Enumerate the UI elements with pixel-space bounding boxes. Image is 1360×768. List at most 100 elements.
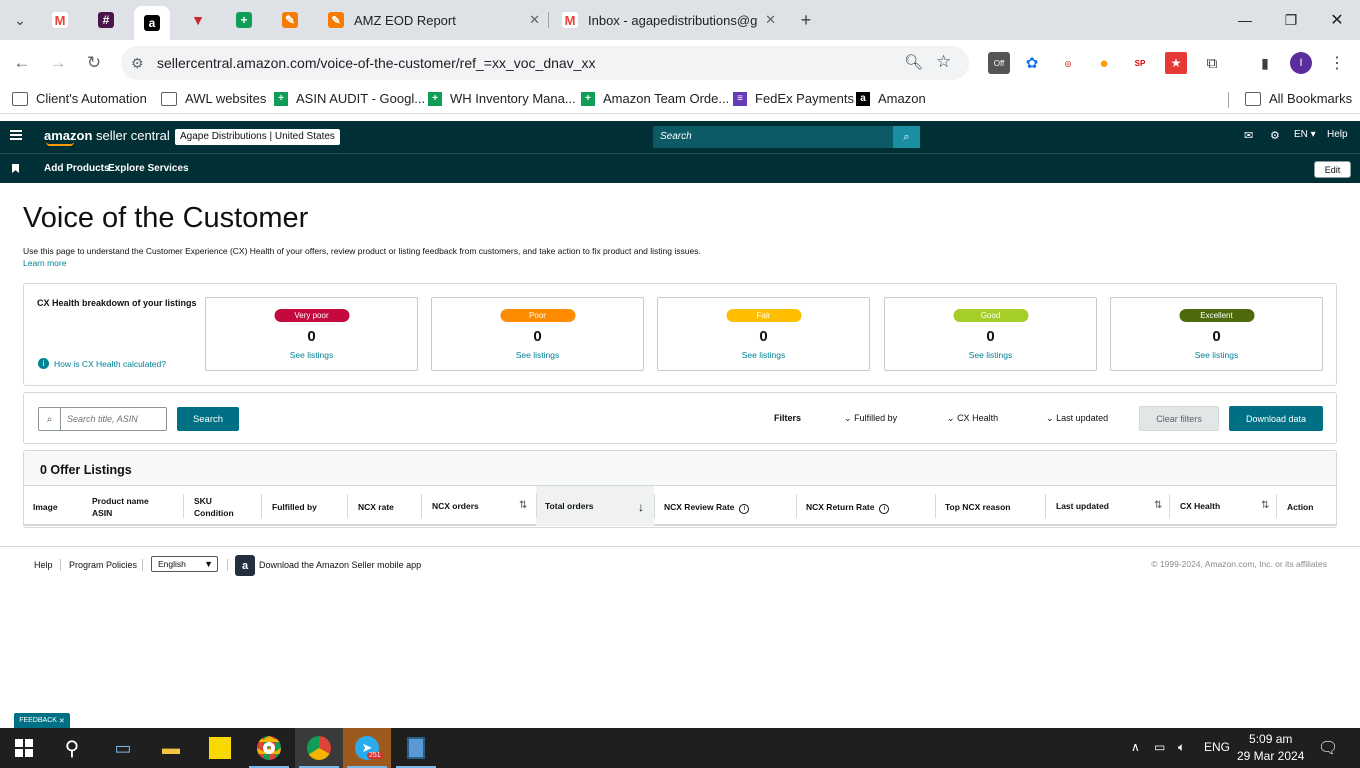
- reload-icon[interactable]: ↻: [82, 51, 106, 75]
- chrome-icon[interactable]: [245, 728, 293, 768]
- bookmark-link[interactable]: + WH Inventory Mana...: [428, 91, 576, 106]
- col-ncx-orders[interactable]: NCX orders: [432, 500, 479, 512]
- extension-icon[interactable]: ◎: [1057, 52, 1079, 74]
- url-text[interactable]: sellercentral.amazon.com/voice-of-the-cu…: [157, 55, 595, 71]
- chevron-up-icon[interactable]: ∧: [1131, 740, 1140, 754]
- search-button[interactable]: Search: [177, 407, 239, 431]
- language-selector[interactable]: EN ▾: [1294, 129, 1316, 140]
- sp-alert-icon[interactable]: SP: [1129, 52, 1151, 74]
- network-icon[interactable]: ▭: [1154, 740, 1165, 754]
- see-listings-link[interactable]: See listings: [658, 350, 869, 360]
- zoom-icon[interactable]: 🔍︎: [904, 53, 923, 71]
- windows-start-icon[interactable]: [0, 728, 48, 768]
- edit-button[interactable]: Edit: [1314, 161, 1351, 178]
- footer-language-select[interactable]: English ▼: [151, 556, 218, 572]
- col-cx-health[interactable]: CX Health: [1180, 500, 1220, 512]
- sticky-notes-icon[interactable]: [196, 728, 244, 768]
- pinned-tab-sheets[interactable]: +: [226, 6, 262, 34]
- footer-help-link[interactable]: Help: [34, 560, 53, 570]
- gear-icon[interactable]: ⚙: [1270, 129, 1280, 142]
- close-icon[interactable]: ✕: [59, 717, 65, 725]
- tab-search-icon[interactable]: ⌄: [8, 8, 32, 32]
- notifications-icon[interactable]: 🗨︎: [1318, 738, 1338, 758]
- minimize-icon[interactable]: —: [1222, 8, 1268, 32]
- profile-avatar[interactable]: I: [1290, 52, 1312, 74]
- clock[interactable]: 5:09 am 29 Mar 2024: [1237, 731, 1304, 765]
- col-last-updated[interactable]: Last updated: [1056, 500, 1109, 512]
- site-info-icon[interactable]: ⚙: [131, 55, 144, 72]
- close-tab-icon[interactable]: ✕: [529, 12, 540, 28]
- bookmark-link[interactable]: a Amazon: [856, 91, 926, 106]
- filter-last-updated[interactable]: ⌄ Last updated: [1046, 413, 1108, 424]
- address-bar[interactable]: ⚙ sellercentral.amazon.com/voice-of-the-…: [121, 46, 969, 80]
- bookmark-icon[interactable]: [12, 164, 19, 173]
- close-window-icon[interactable]: ✕: [1314, 8, 1360, 32]
- extension-off-icon[interactable]: Off: [988, 52, 1010, 74]
- tab-amz-eod-report[interactable]: ✎ AMZ EOD Report ✕: [318, 6, 548, 34]
- pinned-tab-gmail[interactable]: M: [42, 6, 78, 34]
- pinned-tab-slack[interactable]: #: [88, 6, 124, 34]
- back-icon[interactable]: ←: [10, 51, 34, 75]
- browser-menu-icon[interactable]: ⋮: [1326, 52, 1348, 74]
- nav-explore-services[interactable]: Explore Services: [108, 163, 189, 174]
- file-explorer-icon[interactable]: ▬: [147, 728, 195, 768]
- calculator-icon[interactable]: [392, 728, 440, 768]
- listing-search-field[interactable]: ⌕ Search title, ASIN: [38, 407, 167, 431]
- restore-icon[interactable]: ❐: [1268, 8, 1314, 32]
- see-listings-link[interactable]: See listings: [432, 350, 643, 360]
- see-listings-link[interactable]: See listings: [1111, 350, 1322, 360]
- extension-star-icon[interactable]: ★: [1165, 52, 1187, 74]
- volume-icon[interactable]: 🔈︎: [1178, 740, 1185, 755]
- footer-program-policies-link[interactable]: Program Policies: [69, 560, 137, 570]
- this-pc-icon[interactable]: ▭: [99, 728, 147, 768]
- filter-fulfilled-by[interactable]: ⌄ Fulfilled by: [844, 413, 897, 424]
- sort-icon[interactable]: ⇅: [1154, 500, 1162, 511]
- download-data-button[interactable]: Download data: [1229, 406, 1323, 431]
- how-cx-health-link[interactable]: i How is CX Health calculated?: [38, 358, 166, 369]
- see-listings-link[interactable]: See listings: [885, 350, 1096, 360]
- bookmark-folder[interactable]: Client's Automation: [12, 91, 147, 106]
- sort-icon[interactable]: ⇅: [1261, 500, 1269, 511]
- bookmark-star-icon[interactable]: ☆: [936, 52, 951, 72]
- extension-icon[interactable]: ●: [1093, 52, 1115, 74]
- filter-cx-health[interactable]: ⌄ CX Health: [947, 413, 998, 424]
- account-switcher[interactable]: Agape Distributions | United States: [175, 129, 340, 145]
- help-link[interactable]: Help: [1327, 129, 1348, 140]
- feedback-tab[interactable]: FEEDBACK ✕: [14, 713, 70, 728]
- telegram-icon[interactable]: ➤ 251: [343, 728, 391, 768]
- header-search[interactable]: Search ⌕: [653, 126, 920, 148]
- info-icon[interactable]: i: [739, 504, 750, 514]
- chrome-profile-icon[interactable]: [295, 728, 343, 768]
- side-panel-icon[interactable]: ▮: [1254, 52, 1276, 74]
- nav-add-products[interactable]: Add Products: [44, 163, 110, 174]
- language-indicator[interactable]: ENG: [1204, 740, 1230, 754]
- extensions-puzzle-icon[interactable]: ⧉: [1201, 52, 1223, 74]
- info-icon[interactable]: i: [879, 504, 890, 514]
- arrow-down-icon[interactable]: ↓: [638, 500, 644, 514]
- col-total-orders[interactable]: Total orders: [545, 500, 594, 512]
- forward-icon[interactable]: →: [46, 51, 70, 75]
- tab-inbox[interactable]: M Inbox - agapedistributions@gm ✕: [552, 6, 784, 34]
- bookmark-folder[interactable]: AWL websites: [161, 91, 266, 106]
- search-icon[interactable]: ⌕: [893, 126, 920, 148]
- hamburger-menu-icon[interactable]: [10, 130, 22, 140]
- learn-more-link[interactable]: Learn more: [23, 258, 66, 268]
- seller-app-icon[interactable]: a: [235, 555, 255, 576]
- close-tab-icon[interactable]: ✕: [765, 12, 776, 28]
- pinned-tab-clickup[interactable]: ✎: [272, 6, 308, 34]
- bookmark-link[interactable]: + Amazon Team Orde...: [581, 91, 729, 106]
- extension-icon[interactable]: ✿: [1021, 52, 1043, 74]
- search-icon[interactable]: ⚲: [48, 728, 96, 768]
- sort-icon[interactable]: ⇅: [519, 500, 527, 511]
- bookmark-link[interactable]: ≡ FedEx Payments: [733, 91, 854, 106]
- pinned-tab-amazon-active[interactable]: a: [134, 6, 170, 40]
- pinned-tab-app[interactable]: ▼: [180, 6, 216, 34]
- new-tab-icon[interactable]: +: [794, 8, 818, 32]
- seller-central-logo[interactable]: amazon seller central: [44, 128, 170, 146]
- mail-icon[interactable]: ✉: [1244, 129, 1253, 142]
- see-listings-link[interactable]: See listings: [206, 350, 417, 360]
- all-bookmarks[interactable]: All Bookmarks: [1245, 91, 1352, 106]
- clear-filters-button[interactable]: Clear filters: [1139, 406, 1219, 431]
- bookmark-link[interactable]: + ASIN AUDIT - Googl...: [274, 91, 425, 106]
- footer-app-link[interactable]: Download the Amazon Seller mobile app: [259, 560, 421, 570]
